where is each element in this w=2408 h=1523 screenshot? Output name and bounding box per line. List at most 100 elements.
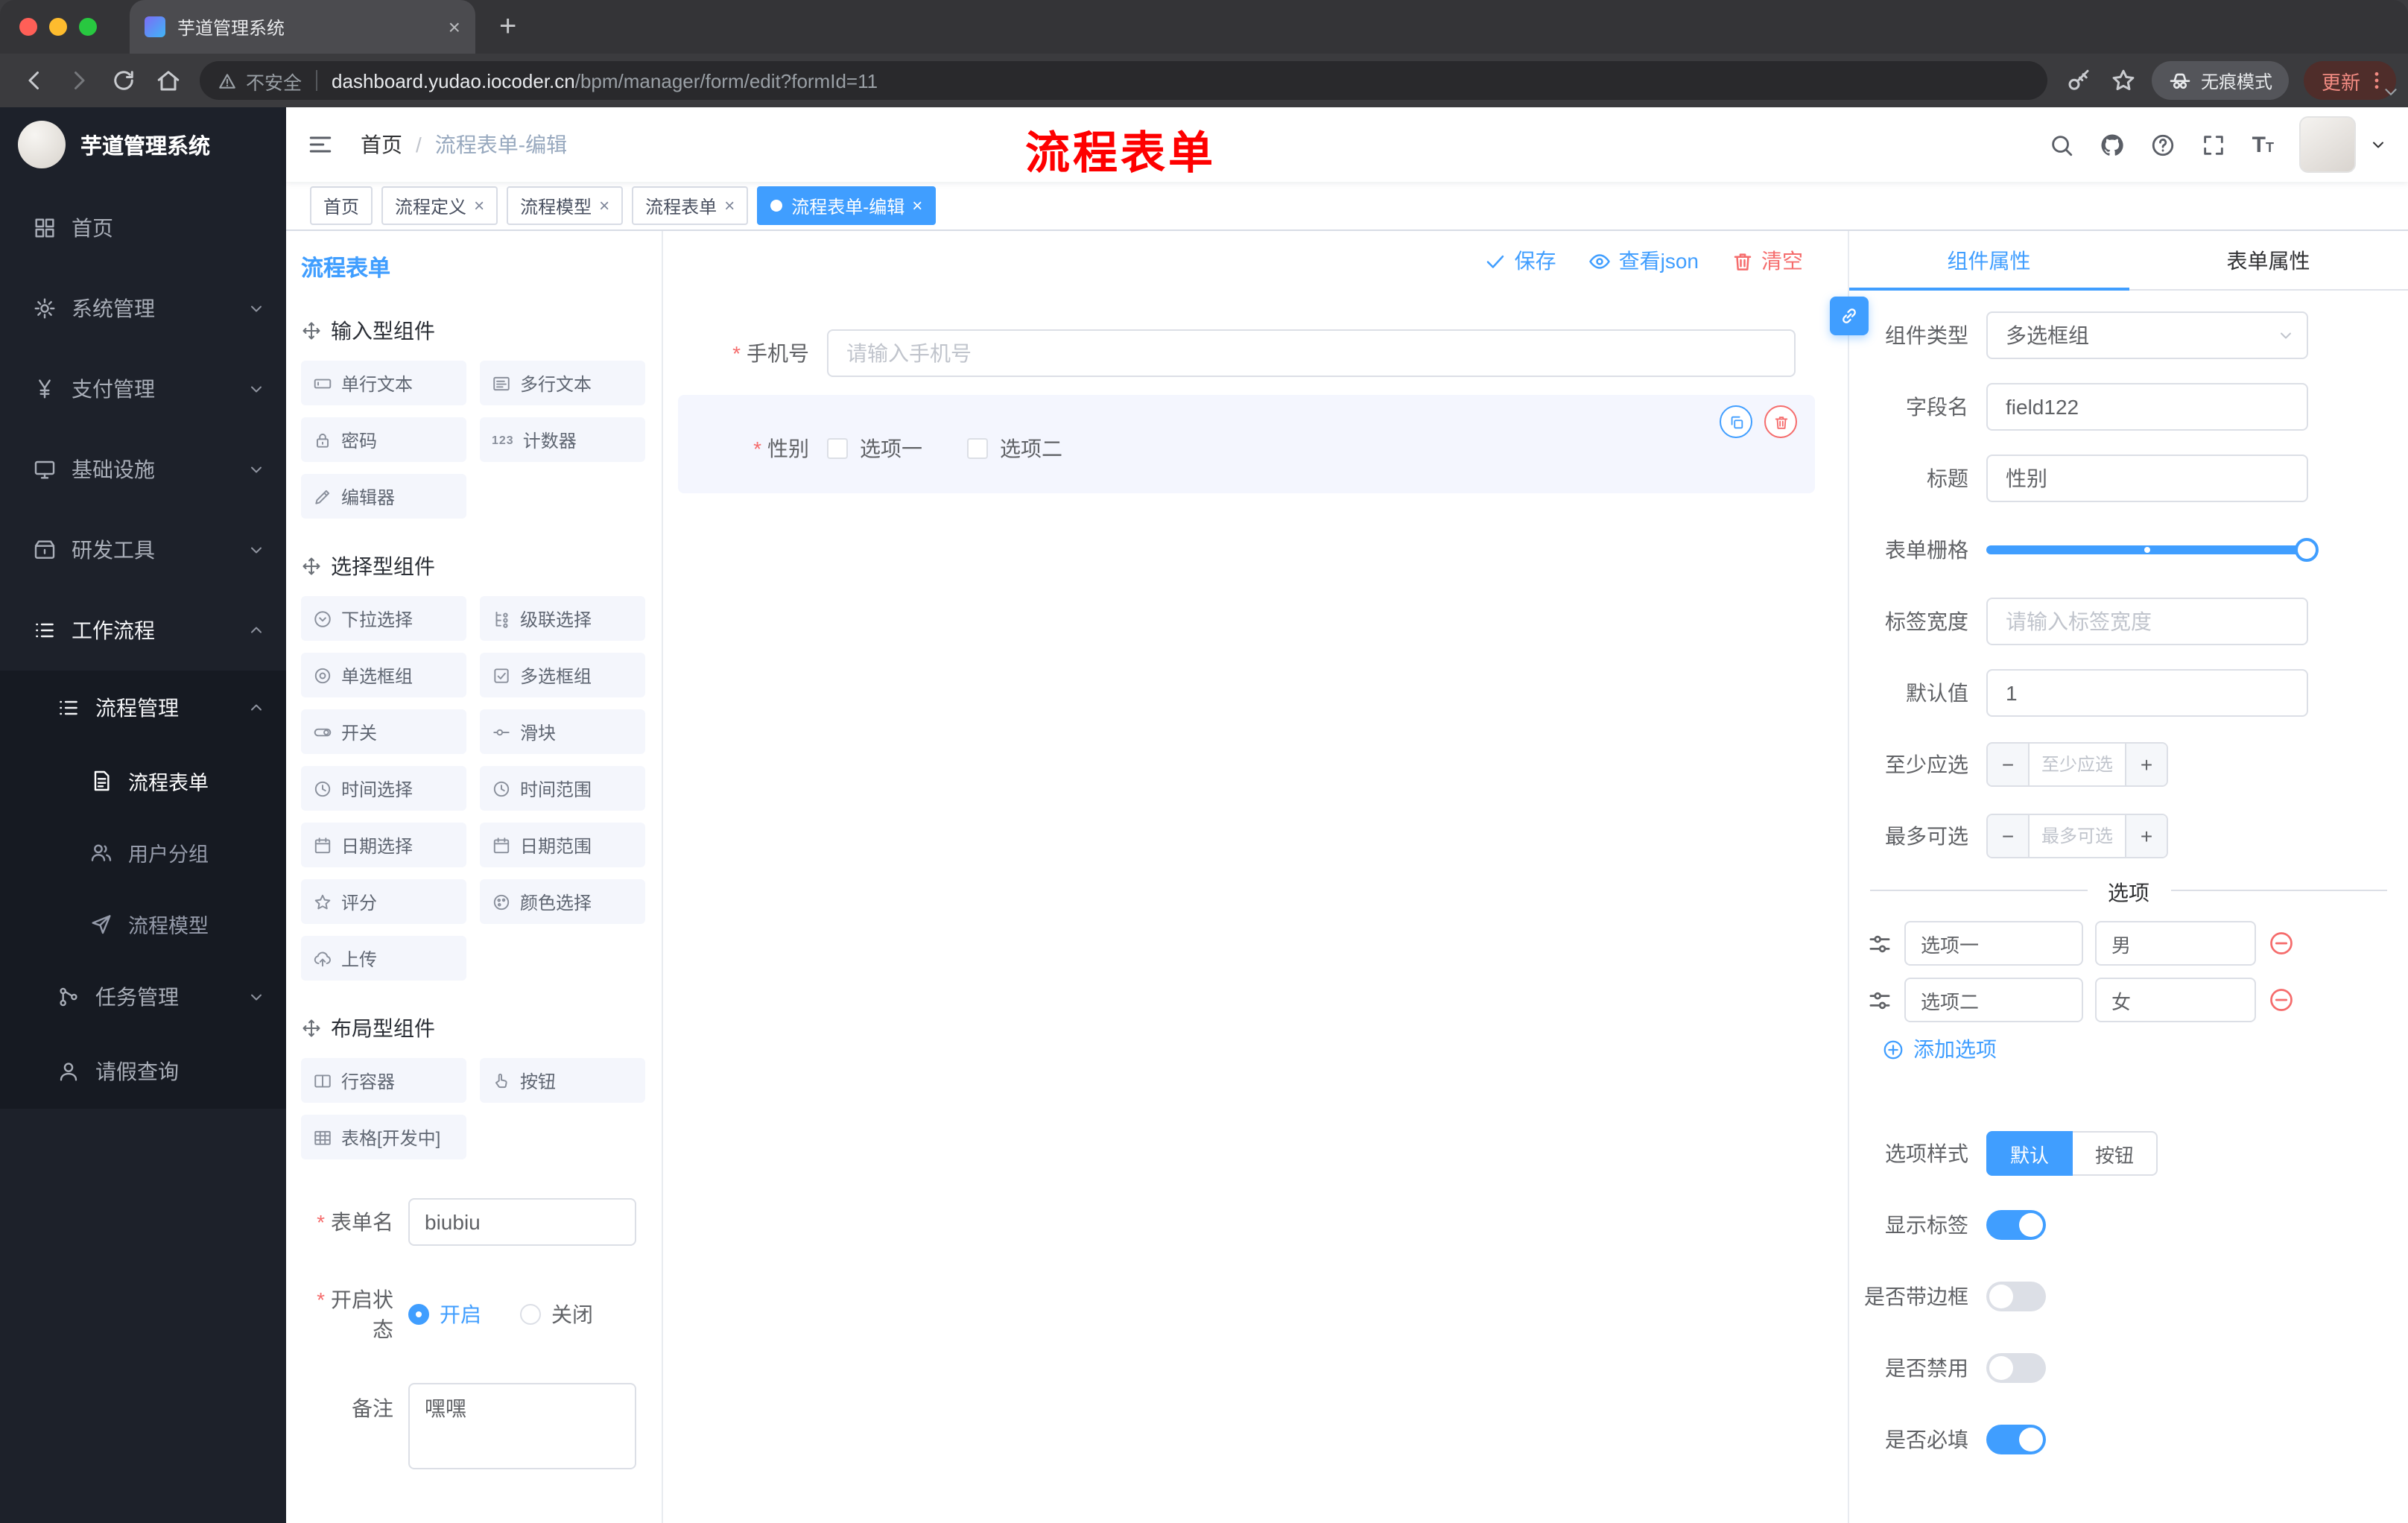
tag-home[interactable]: 首页	[310, 186, 373, 225]
key-icon[interactable]	[2065, 67, 2092, 94]
component-chip-counter[interactable]: 123 计数器	[480, 417, 645, 462]
search-icon[interactable]	[2050, 132, 2075, 157]
slider-handle[interactable]	[2295, 538, 2319, 562]
add-option-button[interactable]: 添加选项	[1882, 1034, 2408, 1064]
component-chip-button[interactable]: 按钮	[480, 1058, 645, 1103]
tag-close-icon[interactable]: ×	[474, 197, 484, 215]
app-logo[interactable]: 芋道管理系统	[0, 107, 286, 182]
component-chip-rate[interactable]: 评分	[301, 879, 466, 924]
tab-close-icon[interactable]: ×	[449, 16, 460, 37]
style-default-button[interactable]: 默认	[1986, 1131, 2073, 1176]
fullscreen-icon[interactable]	[2202, 132, 2227, 157]
sidebar-item-process-model[interactable]: 流程模型	[0, 888, 286, 960]
component-chip-date-range[interactable]: 日期范围	[480, 823, 645, 867]
tag-close-icon[interactable]: ×	[599, 197, 609, 215]
label-width-input[interactable]	[1986, 598, 2308, 645]
component-chip-editor[interactable]: 编辑器	[301, 474, 466, 519]
remark-textarea[interactable]: 嘿嘿	[408, 1383, 636, 1469]
status-off-radio[interactable]: 关闭	[520, 1299, 593, 1329]
sidebar-item-system[interactable]: 系统管理	[0, 268, 286, 349]
option1-label-input[interactable]	[1904, 921, 2083, 966]
sidebar-item-home[interactable]: 首页	[0, 188, 286, 268]
phone-input[interactable]	[827, 329, 1796, 377]
home-icon[interactable]	[155, 67, 182, 94]
component-chip-multi-line-text[interactable]: 多行文本	[480, 361, 645, 405]
save-button[interactable]: 保存	[1485, 246, 1556, 276]
browser-tab[interactable]: 芋道管理系统 ×	[130, 0, 475, 54]
back-icon[interactable]	[21, 67, 48, 94]
sidebar-item-payment[interactable]: 支付管理	[0, 349, 286, 429]
forward-icon[interactable]	[66, 67, 92, 94]
grid-slider[interactable]	[1986, 538, 2319, 562]
component-chip-switch[interactable]: 开关	[301, 709, 466, 754]
link-icon[interactable]	[1830, 297, 1869, 335]
component-chip-date-picker[interactable]: 日期选择	[301, 823, 466, 867]
component-chip-upload[interactable]: 上传	[301, 936, 466, 981]
component-chip-slider[interactable]: 滑块	[480, 709, 645, 754]
max-select-input[interactable]	[2030, 815, 2125, 857]
title-input[interactable]	[1986, 455, 2308, 502]
copy-icon[interactable]	[1720, 405, 1752, 438]
sidebar-item-leave-query[interactable]: 请假查询	[0, 1034, 286, 1109]
component-type-select[interactable]: 多选框组	[1986, 311, 2308, 359]
gender-field-row[interactable]: 性别 选项一 选项二	[678, 395, 1815, 493]
gender-option2-checkbox[interactable]: 选项二	[967, 434, 1062, 463]
tab-form-props[interactable]: 表单属性	[2129, 231, 2408, 289]
increase-icon[interactable]: +	[2125, 744, 2167, 785]
window-minimize-button[interactable]	[49, 18, 67, 36]
component-chip-table[interactable]: 表格[开发中]	[301, 1115, 466, 1159]
delete-icon[interactable]	[1764, 405, 1797, 438]
github-icon[interactable]	[2100, 132, 2126, 157]
sidebar-item-user-group[interactable]: 用户分组	[0, 817, 286, 888]
window-close-button[interactable]	[19, 18, 37, 36]
tag-process-model[interactable]: 流程模型 ×	[507, 186, 624, 225]
disabled-toggle[interactable]	[1986, 1353, 2046, 1383]
window-zoom-button[interactable]	[79, 18, 97, 36]
sidebar-item-devtools[interactable]: 研发工具	[0, 510, 286, 590]
decrease-icon[interactable]: −	[1988, 744, 2030, 785]
avatar[interactable]	[2299, 116, 2356, 173]
component-chip-color-picker[interactable]: 颜色选择	[480, 879, 645, 924]
component-chip-row-container[interactable]: 行容器	[301, 1058, 466, 1103]
increase-icon[interactable]: +	[2125, 815, 2167, 857]
hamburger-icon[interactable]	[307, 131, 334, 158]
tag-close-icon[interactable]: ×	[724, 197, 735, 215]
tag-process-form[interactable]: 流程表单 ×	[632, 186, 749, 225]
tag-process-form-edit[interactable]: 流程表单-编辑 ×	[757, 186, 937, 225]
address-bar[interactable]: 不安全 dashboard.yudao.iocoder.cn/bpm/manag…	[200, 61, 2047, 100]
min-select-input[interactable]	[2030, 744, 2125, 785]
remove-option-icon[interactable]	[2268, 987, 2295, 1013]
drag-handle-icon[interactable]	[1867, 987, 1892, 1013]
status-on-radio[interactable]: 开启	[408, 1299, 481, 1329]
form-name-input[interactable]	[408, 1198, 636, 1246]
phone-field-row[interactable]: 手机号	[678, 329, 1815, 377]
sidebar-item-workflow[interactable]: 工作流程	[0, 590, 286, 671]
new-tab-button[interactable]: +	[499, 12, 516, 42]
reload-icon[interactable]	[110, 67, 137, 94]
sidebar-item-process-management[interactable]: 流程管理	[0, 671, 286, 745]
option2-label-input[interactable]	[1904, 978, 2083, 1022]
sidebar-item-process-form[interactable]: 流程表单	[0, 745, 286, 817]
component-chip-password[interactable]: 密码	[301, 417, 466, 462]
caret-down-icon[interactable]	[2369, 136, 2387, 153]
view-json-button[interactable]: 查看json	[1589, 246, 1699, 276]
tag-close-icon[interactable]: ×	[912, 197, 922, 215]
default-value-input[interactable]	[1986, 669, 2308, 717]
required-toggle[interactable]	[1986, 1425, 2046, 1454]
option1-value-input[interactable]	[2095, 921, 2256, 966]
component-chip-radio-group[interactable]: 单选框组	[301, 653, 466, 697]
breadcrumb-home[interactable]: 首页	[361, 130, 402, 159]
style-button-button[interactable]: 按钮	[2073, 1131, 2158, 1176]
help-icon[interactable]	[2151, 132, 2176, 157]
tab-component-props[interactable]: 组件属性	[1849, 231, 2129, 291]
component-chip-time-picker[interactable]: 时间选择	[301, 766, 466, 811]
tag-process-definition[interactable]: 流程定义 ×	[381, 186, 498, 225]
border-toggle[interactable]	[1986, 1282, 2046, 1311]
font-size-icon[interactable]: TT	[2252, 133, 2274, 156]
bookmark-star-icon[interactable]	[2110, 67, 2137, 94]
decrease-icon[interactable]: −	[1988, 815, 2030, 857]
gender-option1-checkbox[interactable]: 选项一	[827, 434, 922, 463]
clear-button[interactable]: 清空	[1731, 246, 1803, 276]
show-label-toggle[interactable]	[1986, 1210, 2046, 1240]
chevron-down-icon[interactable]	[2381, 82, 2401, 101]
